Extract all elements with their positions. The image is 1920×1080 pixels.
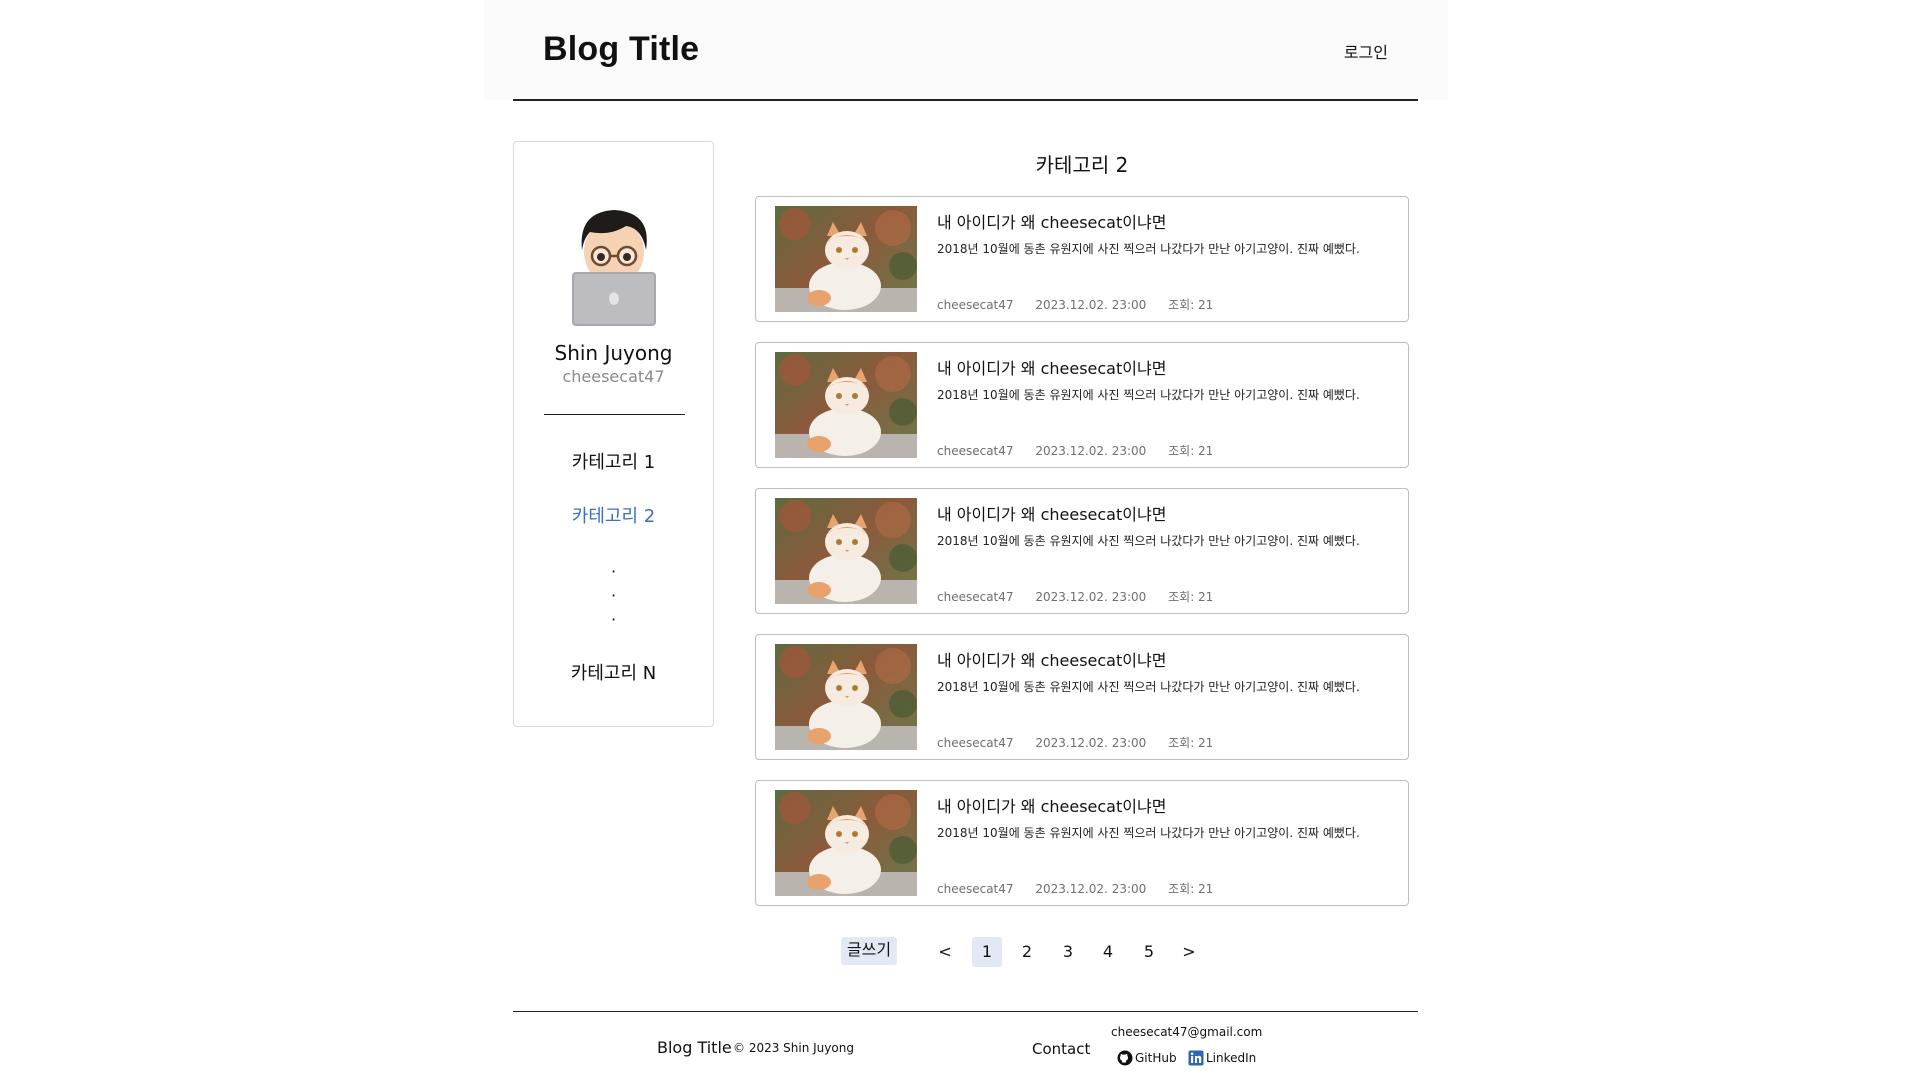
profile-handle: cheesecat47 <box>562 367 665 386</box>
post-thumbnail <box>775 790 917 896</box>
blog-page: Blog Title 로그인 Shin Juyong cheesecat47 카… <box>0 0 1920 1080</box>
ellipsis-dot: · <box>610 610 617 629</box>
post-date: 2023.12.02. 23:00 <box>1035 298 1147 312</box>
post-title: 내 아이디가 왜 cheesecat이냐면 <box>937 651 1167 670</box>
post-meta: cheesecat47 2023.12.02. 23:00 조회: 21 <box>937 442 1231 459</box>
post-author: cheesecat47 <box>937 736 1014 750</box>
page-button-1[interactable]: 1 <box>972 937 1002 967</box>
post-views: 조회: 21 <box>1168 590 1214 604</box>
post-date: 2023.12.02. 23:00 <box>1035 590 1147 604</box>
post-author: cheesecat47 <box>937 590 1014 604</box>
post-date: 2023.12.02. 23:00 <box>1035 444 1147 458</box>
category-heading: 카테고리 2 <box>1035 153 1129 177</box>
post-title: 내 아이디가 왜 cheesecat이냐면 <box>937 359 1167 378</box>
linkedin-link[interactable]: LinkedIn <box>1188 1050 1256 1066</box>
post-meta: cheesecat47 2023.12.02. 23:00 조회: 21 <box>937 296 1231 313</box>
site-header: Blog Title 로그인 <box>484 0 1448 100</box>
page-button-5[interactable]: 5 <box>1134 937 1164 967</box>
post-thumbnail <box>775 498 917 604</box>
cat-photo-image <box>775 644 917 750</box>
post-excerpt: 2018년 10월에 동촌 유원지에 사진 찍으러 나갔다가 만난 아기고양이.… <box>937 826 1360 840</box>
post-views: 조회: 21 <box>1168 736 1214 750</box>
page-button-3[interactable]: 3 <box>1053 937 1083 967</box>
post-author: cheesecat47 <box>937 444 1014 458</box>
post-excerpt: 2018년 10월에 동촌 유원지에 사진 찍으러 나갔다가 만난 아기고양이.… <box>937 388 1360 402</box>
post-title: 내 아이디가 왜 cheesecat이냐면 <box>937 213 1167 232</box>
cat-photo-image <box>775 206 917 312</box>
post-card[interactable]: 내 아이디가 왜 cheesecat이냐면 2018년 10월에 동촌 유원지에… <box>755 634 1409 760</box>
blog-title[interactable]: Blog Title <box>543 30 699 69</box>
post-thumbnail <box>775 352 917 458</box>
ellipsis-dot: · <box>610 562 617 581</box>
github-link[interactable]: GitHub <box>1117 1050 1177 1066</box>
sidebar-item-category-2[interactable]: 카테고리 2 <box>514 502 713 528</box>
contact-label: Contact <box>1032 1040 1091 1058</box>
page-button-4[interactable]: 4 <box>1093 937 1123 967</box>
header-divider <box>513 99 1418 101</box>
github-label: GitHub <box>1135 1051 1177 1065</box>
page-button-2[interactable]: 2 <box>1012 937 1042 967</box>
post-card[interactable]: 내 아이디가 왜 cheesecat이냐면 2018년 10월에 동촌 유원지에… <box>755 196 1409 322</box>
profile-sidebar: Shin Juyong cheesecat47 카테고리 1 카테고리 2 · … <box>513 141 714 727</box>
post-meta: cheesecat47 2023.12.02. 23:00 조회: 21 <box>937 588 1231 605</box>
post-views: 조회: 21 <box>1168 882 1214 896</box>
post-excerpt: 2018년 10월에 동촌 유원지에 사진 찍으러 나갔다가 만난 아기고양이.… <box>937 534 1360 548</box>
cat-photo-image <box>775 498 917 604</box>
post-views: 조회: 21 <box>1168 298 1214 312</box>
profile-name: Shin Juyong <box>554 341 673 365</box>
ellipsis-dot: · <box>610 586 617 605</box>
post-thumbnail <box>775 206 917 312</box>
footer-brand: Blog Title <box>657 1038 732 1057</box>
linkedin-icon <box>1188 1050 1204 1066</box>
post-meta: cheesecat47 2023.12.02. 23:00 조회: 21 <box>937 880 1231 897</box>
post-excerpt: 2018년 10월에 동촌 유원지에 사진 찍으러 나갔다가 만난 아기고양이.… <box>937 680 1360 694</box>
github-icon <box>1117 1050 1133 1066</box>
post-title: 내 아이디가 왜 cheesecat이냐면 <box>937 797 1167 816</box>
sidebar-item-category-n[interactable]: 카테고리 N <box>514 659 713 685</box>
post-title: 내 아이디가 왜 cheesecat이냐면 <box>937 505 1167 524</box>
avatar <box>566 202 662 326</box>
write-button[interactable]: 글쓰기 <box>841 937 897 965</box>
cat-photo-image <box>775 790 917 896</box>
footer-divider <box>513 1011 1418 1012</box>
post-author: cheesecat47 <box>937 298 1014 312</box>
sidebar-item-category-1[interactable]: 카테고리 1 <box>514 448 713 474</box>
contact-email-link[interactable]: cheesecat47@gmail.com <box>1111 1025 1262 1039</box>
login-link[interactable]: 로그인 <box>1344 39 1388 63</box>
footer-copyright: © 2023 Shin Juyong <box>733 1041 854 1055</box>
post-card[interactable]: 내 아이디가 왜 cheesecat이냐면 2018년 10월에 동촌 유원지에… <box>755 488 1409 614</box>
post-author: cheesecat47 <box>937 882 1014 896</box>
linkedin-label: LinkedIn <box>1206 1051 1257 1065</box>
sidebar-divider <box>544 414 685 415</box>
cat-photo-image <box>775 352 917 458</box>
post-card[interactable]: 내 아이디가 왜 cheesecat이냐면 2018년 10월에 동촌 유원지에… <box>755 342 1409 468</box>
next-page-button[interactable]: > <box>1174 937 1204 967</box>
post-excerpt: 2018년 10월에 동촌 유원지에 사진 찍으러 나갔다가 만난 아기고양이.… <box>937 242 1360 256</box>
prev-page-button[interactable]: < <box>930 937 960 967</box>
post-meta: cheesecat47 2023.12.02. 23:00 조회: 21 <box>937 734 1231 751</box>
post-date: 2023.12.02. 23:00 <box>1035 882 1147 896</box>
post-thumbnail <box>775 644 917 750</box>
post-views: 조회: 21 <box>1168 444 1214 458</box>
post-card[interactable]: 내 아이디가 왜 cheesecat이냐면 2018년 10월에 동촌 유원지에… <box>755 780 1409 906</box>
post-date: 2023.12.02. 23:00 <box>1035 736 1147 750</box>
